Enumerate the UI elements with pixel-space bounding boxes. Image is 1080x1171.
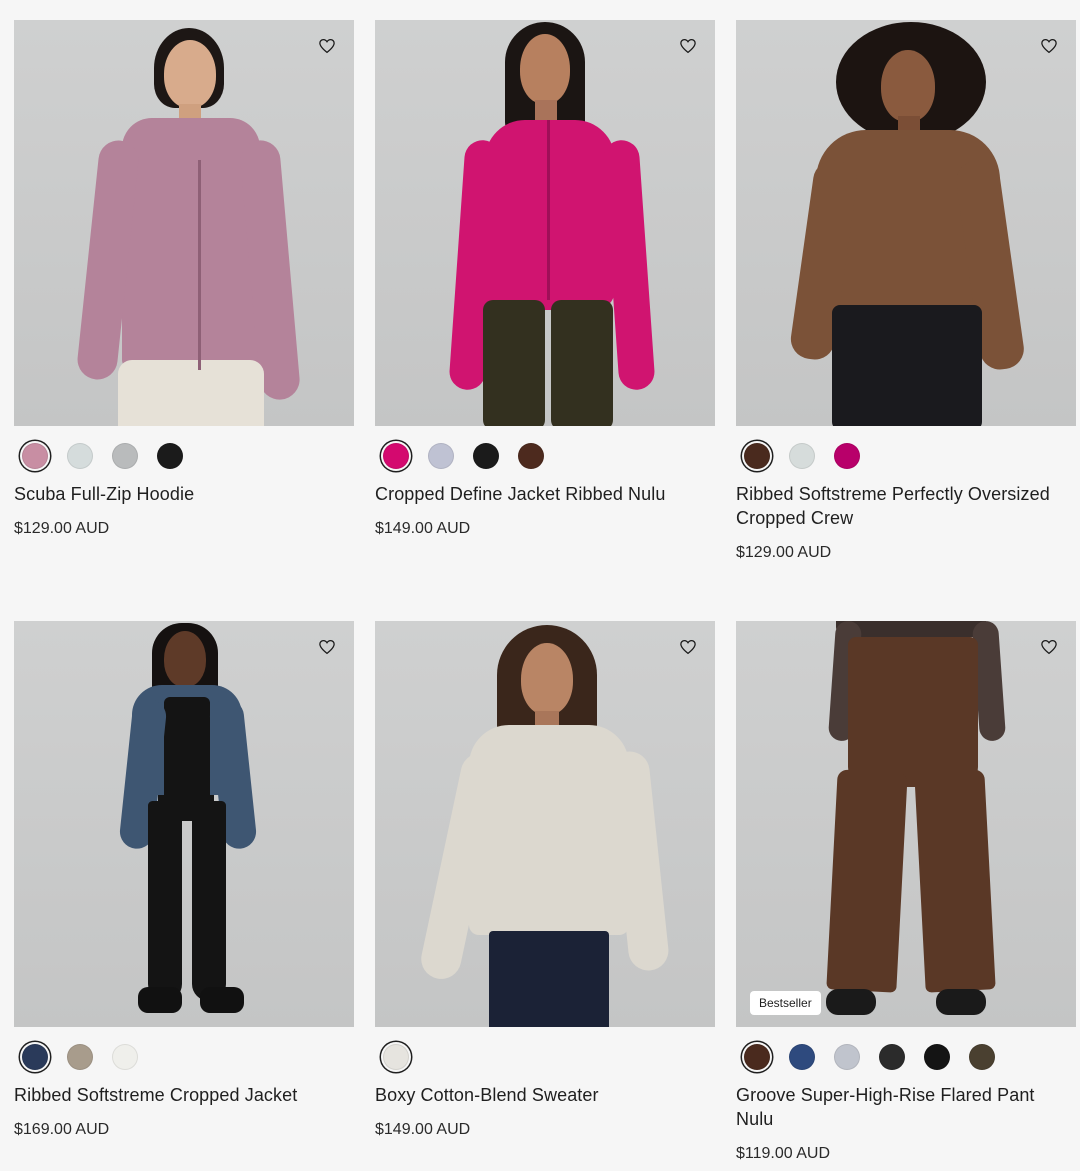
color-swatch[interactable] bbox=[518, 443, 544, 469]
color-swatch[interactable] bbox=[924, 1044, 950, 1070]
product-image[interactable]: Bestseller bbox=[736, 621, 1076, 1027]
favorite-button[interactable] bbox=[316, 636, 338, 658]
color-swatches bbox=[383, 440, 715, 472]
favorite-button[interactable] bbox=[677, 35, 699, 57]
product-card[interactable]: Ribbed Softstreme Cropped Jacket $169.00… bbox=[14, 621, 354, 1139]
product-image[interactable] bbox=[736, 20, 1076, 426]
color-swatch[interactable] bbox=[383, 1044, 409, 1070]
product-name[interactable]: Ribbed Softstreme Perfectly Oversized Cr… bbox=[736, 482, 1076, 530]
color-swatches bbox=[383, 1041, 715, 1073]
color-swatches bbox=[22, 440, 354, 472]
heart-outline-icon bbox=[1041, 639, 1057, 655]
product-name[interactable]: Groove Super-High-Rise Flared Pant Nulu bbox=[736, 1083, 1076, 1131]
product-price: $149.00 AUD bbox=[375, 520, 471, 537]
heart-outline-icon bbox=[319, 38, 335, 54]
color-swatch[interactable] bbox=[67, 443, 93, 469]
color-swatch[interactable] bbox=[834, 1044, 860, 1070]
color-swatch[interactable] bbox=[789, 443, 815, 469]
favorite-button[interactable] bbox=[677, 636, 699, 658]
product-name[interactable]: Scuba Full-Zip Hoodie bbox=[14, 482, 354, 506]
favorite-button[interactable] bbox=[316, 35, 338, 57]
product-image[interactable] bbox=[375, 621, 715, 1027]
color-swatch[interactable] bbox=[744, 1044, 770, 1070]
bestseller-badge: Bestseller bbox=[750, 991, 821, 1015]
product-price: $149.00 AUD bbox=[375, 1121, 471, 1138]
heart-outline-icon bbox=[1041, 38, 1057, 54]
product-image[interactable] bbox=[14, 621, 354, 1027]
color-swatch[interactable] bbox=[879, 1044, 905, 1070]
product-price: $169.00 AUD bbox=[14, 1121, 110, 1138]
favorite-button[interactable] bbox=[1038, 636, 1060, 658]
product-price: $119.00 AUD bbox=[736, 1145, 830, 1162]
color-swatch[interactable] bbox=[834, 443, 860, 469]
product-card[interactable]: Ribbed Softstreme Perfectly Oversized Cr… bbox=[736, 20, 1076, 562]
color-swatch[interactable] bbox=[22, 1044, 48, 1070]
color-swatch[interactable] bbox=[789, 1044, 815, 1070]
heart-outline-icon bbox=[319, 639, 335, 655]
color-swatch[interactable] bbox=[22, 443, 48, 469]
color-swatch[interactable] bbox=[157, 443, 183, 469]
product-card[interactable]: Cropped Define Jacket Ribbed Nulu $149.0… bbox=[375, 20, 715, 538]
color-swatch[interactable] bbox=[969, 1044, 995, 1070]
color-swatches bbox=[744, 440, 1076, 472]
color-swatch[interactable] bbox=[428, 443, 454, 469]
heart-outline-icon bbox=[680, 639, 696, 655]
color-swatch[interactable] bbox=[67, 1044, 93, 1070]
color-swatch[interactable] bbox=[112, 1044, 138, 1070]
color-swatch[interactable] bbox=[112, 443, 138, 469]
product-image[interactable] bbox=[14, 20, 354, 426]
color-swatch[interactable] bbox=[744, 443, 770, 469]
product-card[interactable]: Scuba Full-Zip Hoodie $129.00 AUD bbox=[14, 20, 354, 538]
product-grid: Scuba Full-Zip Hoodie $129.00 AUD Croppe… bbox=[0, 0, 1080, 1171]
product-image[interactable] bbox=[375, 20, 715, 426]
product-name[interactable]: Cropped Define Jacket Ribbed Nulu bbox=[375, 482, 715, 506]
product-price: $129.00 AUD bbox=[14, 520, 110, 537]
color-swatch[interactable] bbox=[383, 443, 409, 469]
color-swatches bbox=[22, 1041, 354, 1073]
color-swatches bbox=[744, 1041, 1076, 1073]
heart-outline-icon bbox=[680, 38, 696, 54]
product-card[interactable]: Boxy Cotton-Blend Sweater $149.00 AUD bbox=[375, 621, 715, 1139]
color-swatch[interactable] bbox=[473, 443, 499, 469]
favorite-button[interactable] bbox=[1038, 35, 1060, 57]
product-card[interactable]: Bestseller Groove Super-High-Rise Flared… bbox=[736, 621, 1076, 1163]
product-name[interactable]: Boxy Cotton-Blend Sweater bbox=[375, 1083, 715, 1107]
product-name[interactable]: Ribbed Softstreme Cropped Jacket bbox=[14, 1083, 354, 1107]
product-price: $129.00 AUD bbox=[736, 544, 832, 561]
